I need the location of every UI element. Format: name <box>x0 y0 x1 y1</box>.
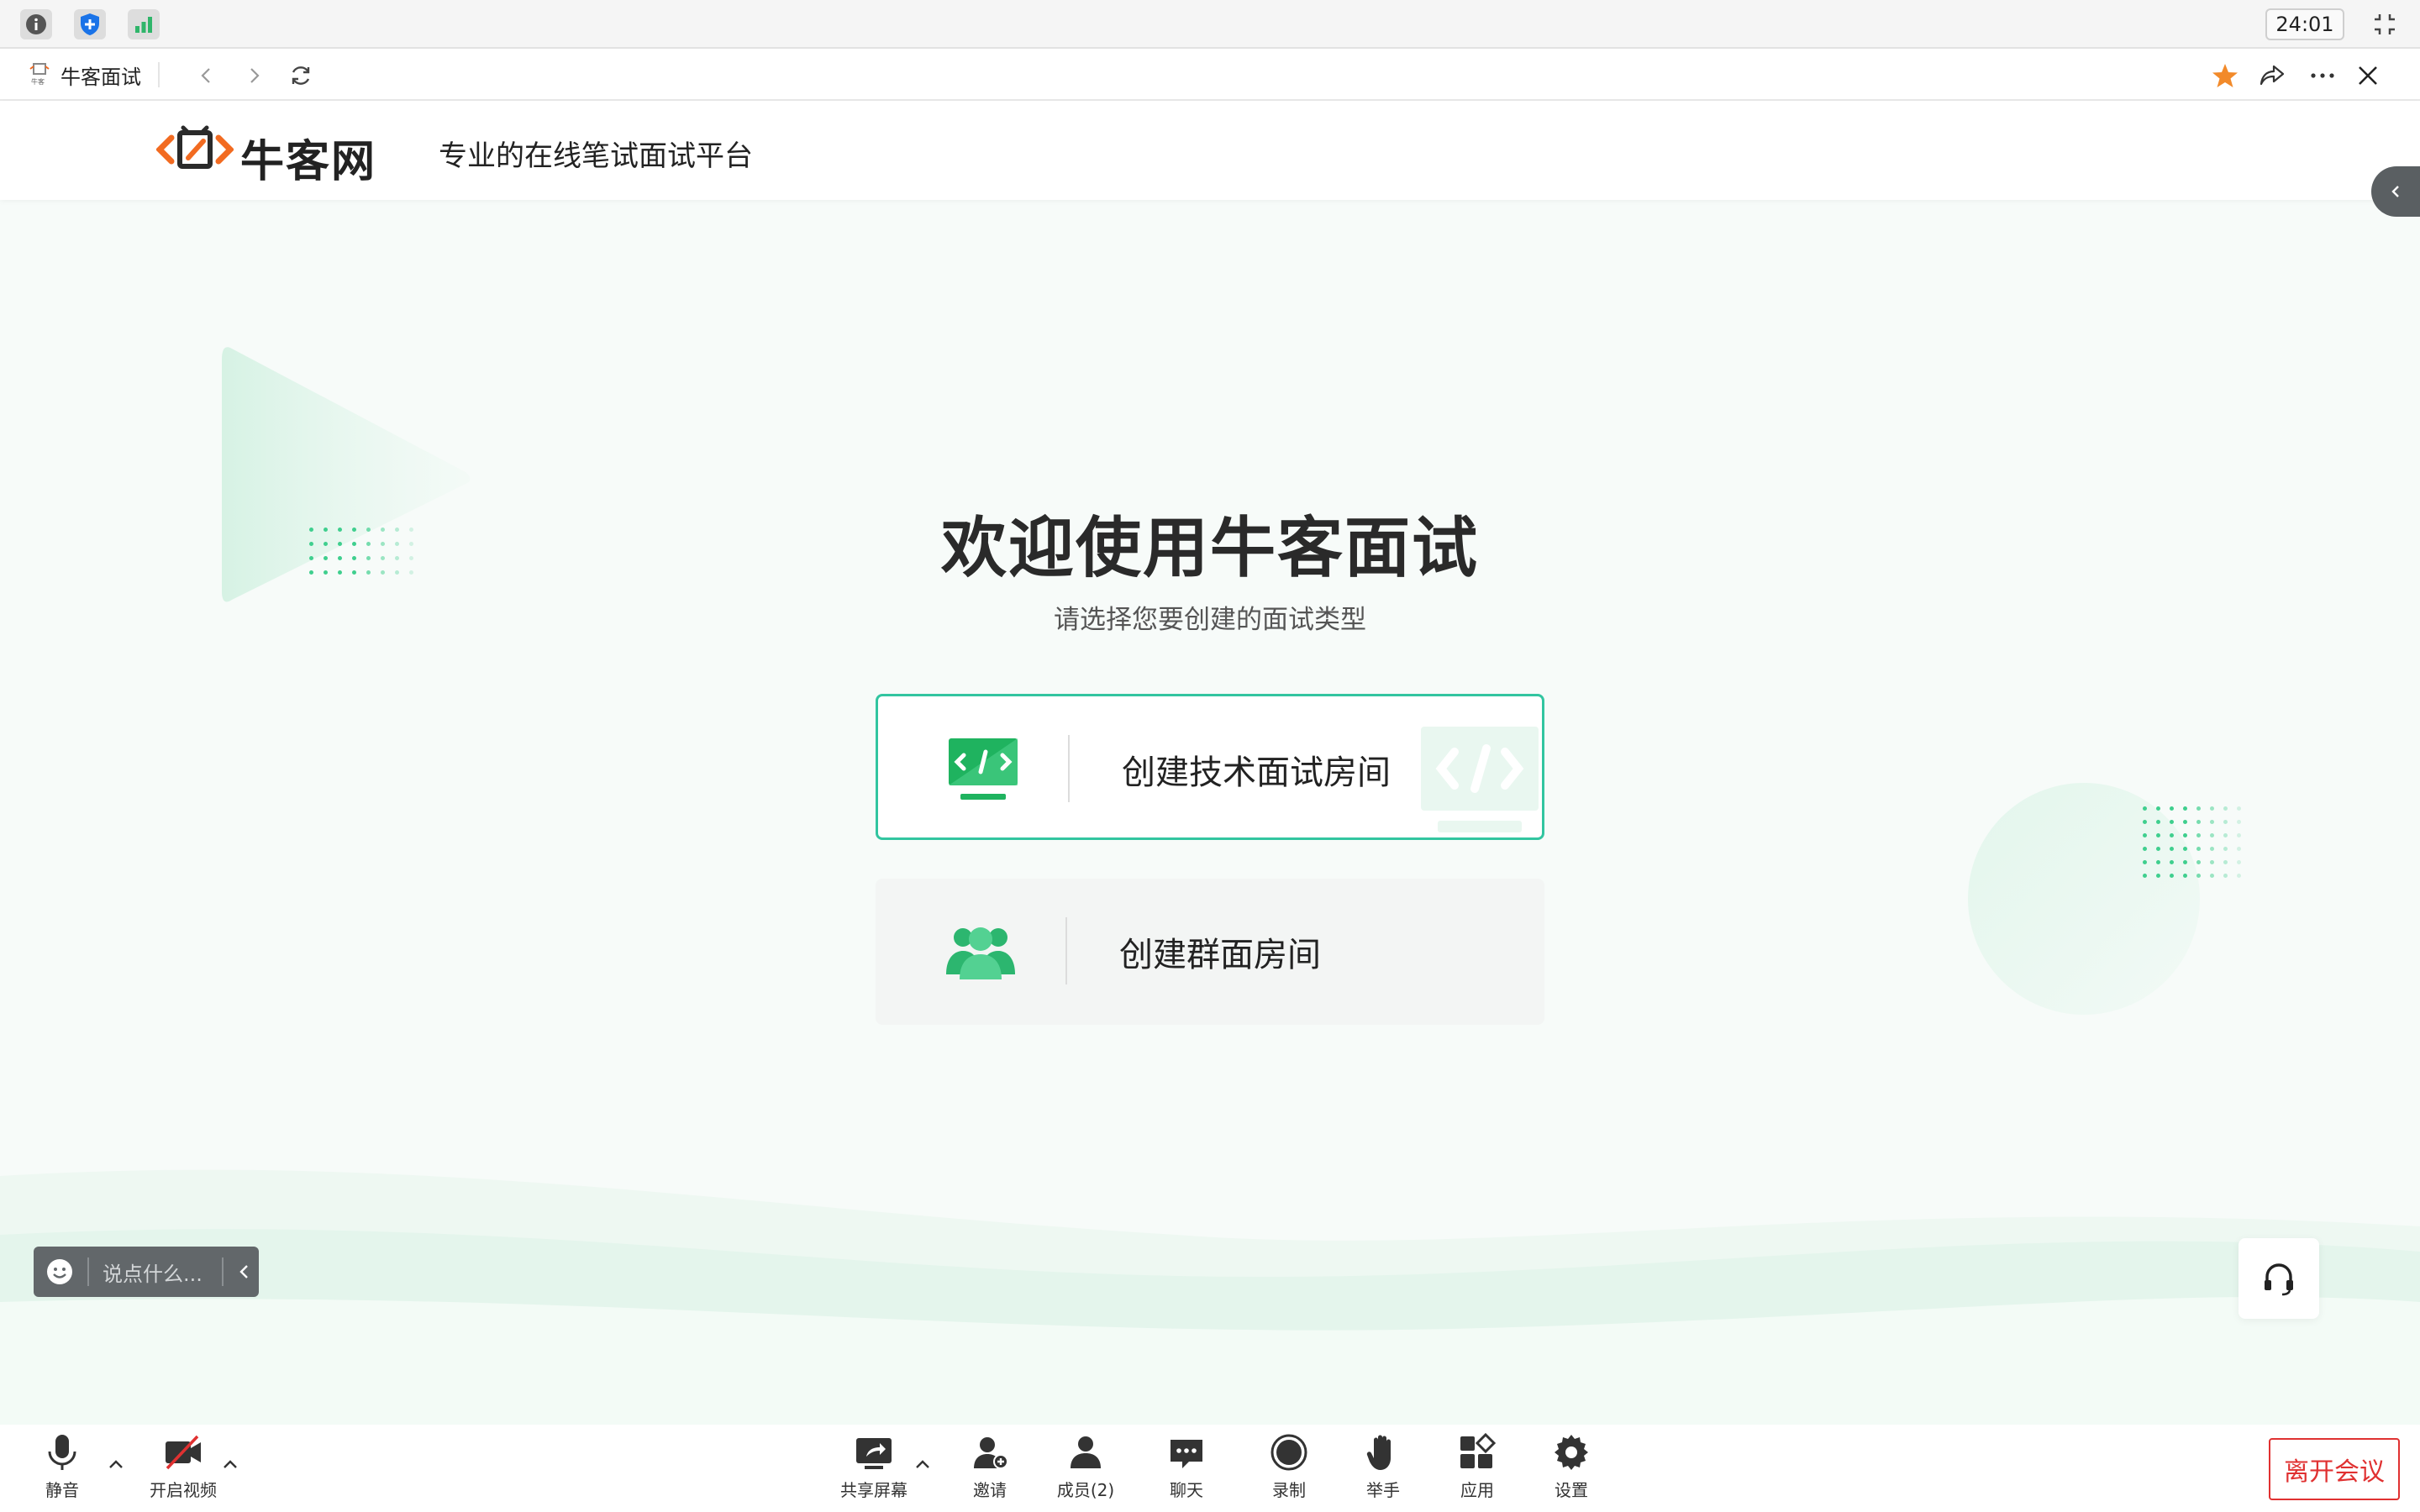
microphone-icon <box>48 1435 76 1470</box>
tab-title[interactable]: 牛客面试 <box>60 60 141 90</box>
apps-grid-icon <box>1460 1433 1497 1468</box>
invite-label: 邀请 <box>973 1480 1007 1500</box>
shield-icon[interactable] <box>74 9 106 39</box>
mute-label: 静音 <box>45 1480 79 1500</box>
collapse-window-icon[interactable] <box>2368 9 2402 39</box>
emoji-icon[interactable] <box>45 1257 74 1286</box>
members-button[interactable]: 成员(2) <box>1045 1433 1126 1509</box>
record-label: 录制 <box>1272 1480 1306 1500</box>
chat-input-placeholder[interactable]: 说点什么... <box>103 1257 212 1287</box>
apps-button[interactable]: 应用 <box>1437 1433 1518 1509</box>
meeting-toolbar: 静音 开启视频 共享屏幕 邀请 成员(2) 聊天 录制 举手 应用 设置 离开会… <box>0 1425 2420 1512</box>
record-button[interactable]: 录制 <box>1249 1433 1329 1509</box>
more-options-icon[interactable] <box>2306 59 2339 92</box>
invite-button[interactable]: 邀请 <box>950 1433 1030 1509</box>
raise-hand-icon <box>1366 1435 1391 1470</box>
card-label: 创建技术面试房间 <box>1122 753 1391 792</box>
group-users-icon <box>946 927 1015 979</box>
share-label: 共享屏幕 <box>840 1480 908 1500</box>
create-group-interview-room-button[interactable]: 创建群面房间 <box>876 879 1544 1025</box>
site-slogan: 专业的在线笔试面试平台 <box>439 139 753 173</box>
apps-label: 应用 <box>1460 1480 1494 1500</box>
nav-divider <box>158 62 160 87</box>
browser-nav-bar: 牛客 牛客面试 <box>0 49 2420 101</box>
logo-text[interactable]: 牛客网 <box>240 126 376 189</box>
record-icon <box>1270 1434 1307 1471</box>
card-label: 创建群面房间 <box>1119 936 1321 974</box>
code-watermark-icon <box>1421 727 1539 832</box>
chat-bubble-icon <box>1171 1440 1202 1468</box>
start-video-button[interactable]: 开启视频 <box>143 1433 224 1509</box>
raise-hand-button[interactable]: 举手 <box>1343 1433 1423 1509</box>
code-monitor-icon <box>949 738 1018 800</box>
site-header: 牛客网 专业的在线笔试面试平台 <box>0 101 2420 200</box>
nowcoder-logo-icon[interactable] <box>156 124 234 175</box>
chevron-left-icon <box>2391 186 2399 197</box>
wave-decoration <box>0 1169 2420 1425</box>
share-screen-button[interactable]: 共享屏幕 <box>834 1433 914 1509</box>
dot-grid-decoration-right <box>2143 806 2241 878</box>
clock-display: 24:01 <box>2265 8 2344 40</box>
back-arrow-icon[interactable] <box>190 59 224 92</box>
members-icon <box>1071 1436 1101 1468</box>
forward-arrow-icon[interactable] <box>237 59 271 92</box>
chat-divider <box>87 1257 89 1286</box>
mute-button[interactable]: 静音 <box>22 1433 103 1509</box>
customer-support-button[interactable] <box>2238 1238 2319 1319</box>
settings-button[interactable]: 设置 <box>1531 1433 1612 1509</box>
chevron-left-icon[interactable] <box>232 1259 257 1284</box>
page-subtitle: 请选择您要创建的面试类型 <box>1054 605 1366 635</box>
members-label: 成员(2) <box>1056 1480 1115 1500</box>
create-tech-interview-room-button[interactable]: 创建技术面试房间 <box>876 694 1544 840</box>
gear-icon <box>1555 1435 1588 1470</box>
video-label: 开启视频 <box>150 1480 217 1500</box>
card-divider <box>1068 735 1070 802</box>
close-icon[interactable] <box>2351 59 2385 92</box>
signal-bars-icon[interactable] <box>128 9 160 39</box>
chat-button[interactable]: 聊天 <box>1146 1433 1227 1509</box>
site-favicon-icon: 牛客 <box>29 63 50 86</box>
chat-input-pill[interactable]: 说点什么... <box>34 1247 259 1297</box>
leave-meeting-button[interactable]: 离开会议 <box>2269 1438 2400 1500</box>
page-title: 欢迎使用牛客面试 <box>940 511 1479 586</box>
video-off-icon <box>166 1435 201 1470</box>
star-bookmark-icon[interactable] <box>2208 59 2242 92</box>
headset-icon <box>2265 1263 2293 1296</box>
card-divider <box>1065 917 1067 984</box>
chat-label: 聊天 <box>1170 1480 1203 1500</box>
reload-icon[interactable] <box>284 59 318 92</box>
settings-label: 设置 <box>1555 1480 1588 1500</box>
share-forward-icon[interactable] <box>2255 59 2289 92</box>
add-user-icon <box>974 1437 1008 1469</box>
svg-text:牛客: 牛客 <box>31 77 45 86</box>
share-screen-icon <box>856 1438 892 1469</box>
chevron-up-icon[interactable] <box>220 1455 240 1475</box>
side-panel-toggle-button[interactable] <box>2371 166 2420 217</box>
system-status-bar: 24:01 <box>0 0 2420 49</box>
chevron-up-icon[interactable] <box>913 1455 933 1475</box>
info-icon[interactable] <box>20 9 52 39</box>
chevron-up-icon[interactable] <box>106 1455 126 1475</box>
chat-divider <box>222 1257 224 1286</box>
raise-hand-label: 举手 <box>1366 1480 1400 1500</box>
